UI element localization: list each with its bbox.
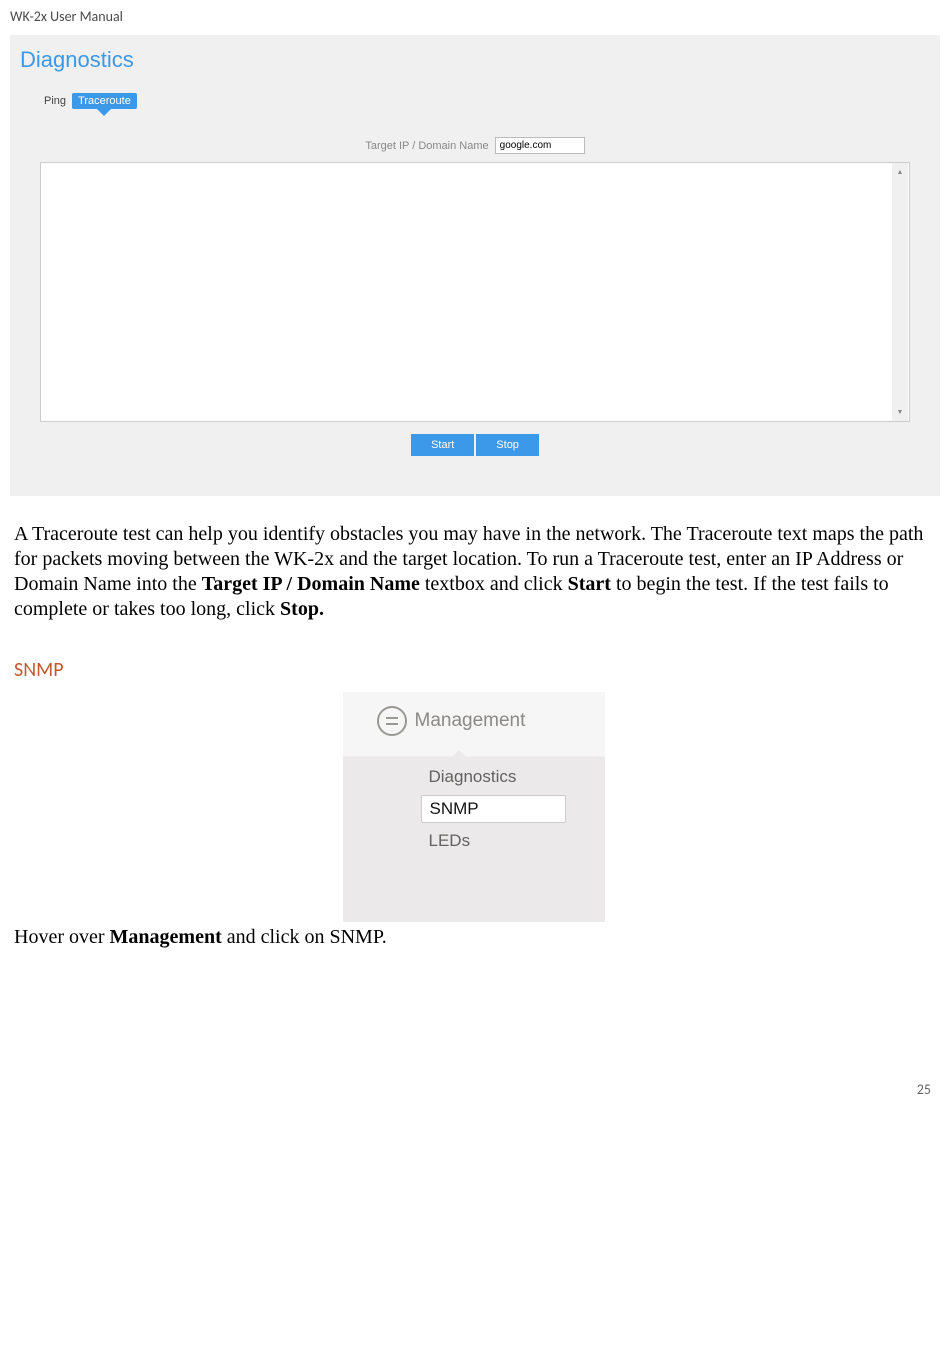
scrollbar[interactable] <box>892 163 908 421</box>
dropdown-arrow-icon <box>449 750 469 760</box>
tab-traceroute[interactable]: Traceroute <box>72 93 137 109</box>
scroll-up-icon[interactable]: ▲ <box>892 164 908 180</box>
menu-item-snmp[interactable]: SNMP <box>421 795 566 823</box>
snmp-instruction: Hover over Management and click on SNMP. <box>10 924 937 951</box>
target-input-label: Target IP / Domain Name <box>365 140 488 152</box>
management-dropdown-screenshot: Management Diagnostics SNMP LEDs <box>343 692 605 922</box>
menu-item-diagnostics[interactable]: Diagnostics <box>421 764 566 790</box>
start-button[interactable]: Start <box>411 434 474 456</box>
buttons-row: Start Stop <box>10 434 940 456</box>
output-textarea[interactable]: ▲ ▼ <box>40 162 910 422</box>
document-header: WK-2x User Manual <box>10 8 937 25</box>
page-number: 25 <box>10 1081 937 1098</box>
dropdown-menu: Diagnostics SNMP LEDs <box>343 746 605 854</box>
menu-item-leds[interactable]: LEDs <box>421 828 566 854</box>
target-input[interactable] <box>495 137 585 154</box>
diagnostics-title: Diagnostics <box>10 45 940 93</box>
management-menu-header[interactable]: Management <box>343 692 605 746</box>
snmp-heading: SNMP <box>10 658 937 682</box>
target-input-row: Target IP / Domain Name <box>10 137 940 154</box>
tabs-row: Ping Traceroute <box>10 93 940 109</box>
tab-ping[interactable]: Ping <box>38 93 72 109</box>
stop-button[interactable]: Stop <box>476 434 539 456</box>
scroll-down-icon[interactable]: ▼ <box>892 404 908 420</box>
management-icon <box>377 706 407 736</box>
diagnostics-screenshot: Diagnostics Ping Traceroute Target IP / … <box>10 35 940 496</box>
traceroute-description: A Traceroute test can help you identify … <box>10 522 937 622</box>
management-menu-title: Management <box>415 710 526 732</box>
